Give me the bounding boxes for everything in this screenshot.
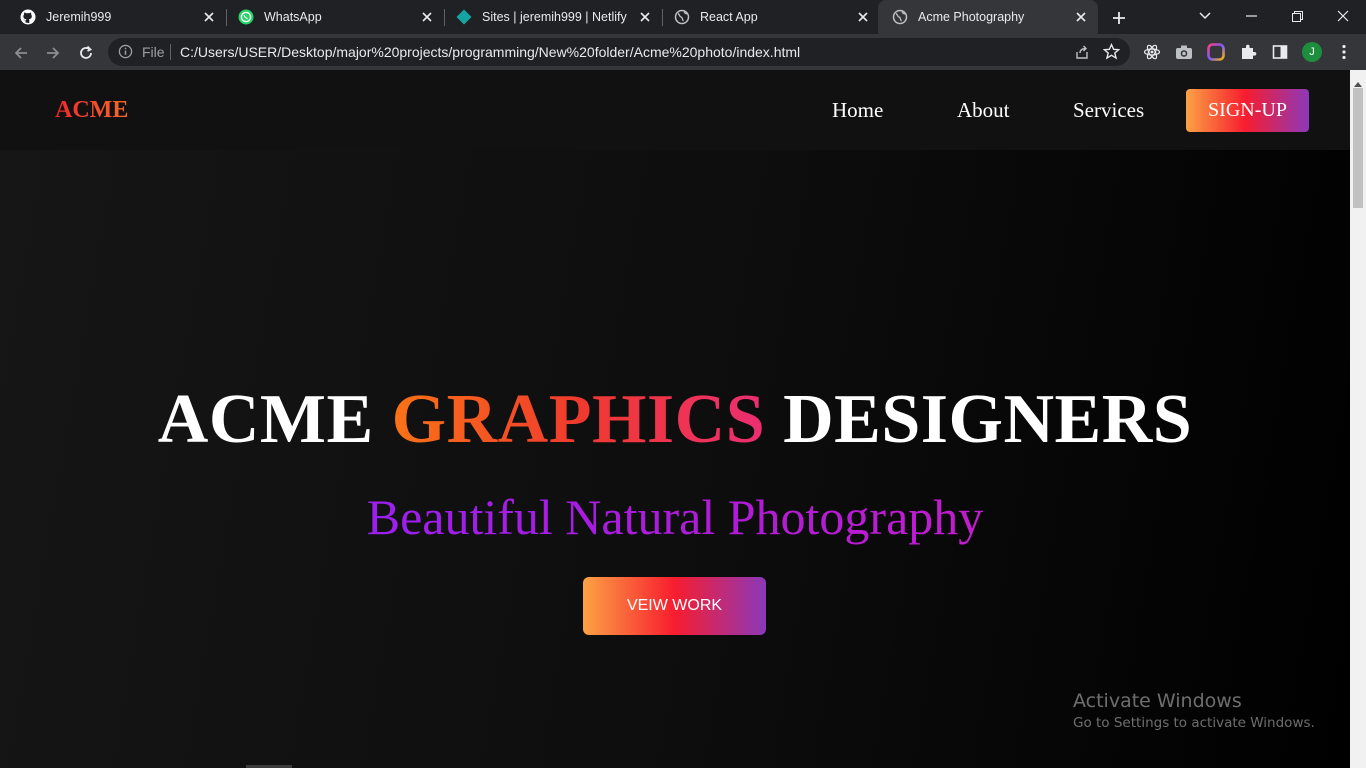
- react-devtools-icon[interactable]: [1142, 42, 1162, 62]
- nav-about-link[interactable]: About: [957, 98, 1010, 123]
- arrow-right-icon: [47, 47, 60, 59]
- github-icon: [20, 9, 36, 25]
- scroll-thumb[interactable]: [1353, 88, 1363, 208]
- minimize-icon: [1245, 15, 1257, 17]
- hero-title-part1: ACME: [157, 381, 374, 458]
- info-icon[interactable]: [118, 44, 133, 64]
- whatsapp-icon: [238, 9, 254, 25]
- side-panel-icon[interactable]: [1270, 42, 1290, 62]
- chevron-down-icon: [1199, 12, 1211, 20]
- reload-icon: [80, 45, 93, 59]
- tab-whatsapp[interactable]: WhatsApp: [224, 0, 444, 34]
- tab-title: Jeremih999: [46, 10, 112, 24]
- globe-icon: [674, 9, 690, 25]
- address-divider: [170, 44, 171, 60]
- reload-button[interactable]: [74, 41, 98, 65]
- tab-title: Sites | jeremih999 | Netlify: [482, 10, 627, 24]
- color-picker-icon[interactable]: [1206, 42, 1226, 62]
- hero-subtitle-text: Beautiful Natural Photography: [366, 489, 984, 545]
- share-icon[interactable]: [1074, 44, 1090, 65]
- tab-search-button[interactable]: [1182, 0, 1228, 32]
- arrow-left-icon: [14, 47, 27, 59]
- page-viewport: ACME Home About Services SIGN-UP ACME GR…: [0, 70, 1350, 768]
- close-icon[interactable]: [636, 8, 654, 26]
- tab-title: WhatsApp: [264, 10, 322, 24]
- vertical-scrollbar[interactable]: [1350, 70, 1366, 768]
- hero-title-part2: DESIGNERS: [783, 381, 1193, 458]
- minimize-button[interactable]: [1228, 0, 1274, 32]
- hero-subtitle: Beautiful Natural Photography: [0, 488, 1350, 546]
- site-logo[interactable]: ACME: [55, 97, 128, 124]
- view-work-button[interactable]: VEIW WORK: [583, 577, 766, 635]
- netlify-icon: [456, 9, 472, 25]
- signup-button[interactable]: SIGN-UP: [1186, 89, 1309, 132]
- camera-icon[interactable]: [1174, 42, 1194, 62]
- address-scheme: File: [142, 44, 165, 60]
- close-icon[interactable]: [418, 8, 436, 26]
- tab-title: Acme Photography: [918, 10, 1025, 24]
- profile-avatar[interactable]: J: [1302, 42, 1322, 62]
- more-menu-icon[interactable]: [1334, 42, 1354, 62]
- nav-services-link[interactable]: Services: [1073, 98, 1144, 123]
- tab-netlify[interactable]: Sites | jeremih999 | Netlify: [442, 0, 662, 34]
- globe-icon: [892, 9, 908, 25]
- restore-icon: [1291, 10, 1303, 22]
- browser-tabstrip: Jeremih999 WhatsApp Sites | jeremih999 |…: [0, 0, 1366, 34]
- browser-toolbar: File C:/Users/USER/Desktop/major%20proje…: [0, 34, 1366, 70]
- bookmark-star-icon[interactable]: [1102, 42, 1121, 65]
- close-icon[interactable]: [1072, 8, 1090, 26]
- restore-button[interactable]: [1274, 0, 1320, 32]
- activate-windows-title: Activate Windows: [1073, 690, 1242, 712]
- forward-button[interactable]: [41, 41, 65, 65]
- hero-title: ACME GRAPHICS DESIGNERS: [0, 380, 1350, 460]
- close-window-button[interactable]: [1320, 0, 1366, 32]
- back-button[interactable]: [9, 41, 33, 65]
- site-header: ACME Home About Services SIGN-UP: [0, 70, 1350, 150]
- activate-windows-subtitle: Go to Settings to activate Windows.: [1073, 715, 1315, 731]
- tab-acme-photography[interactable]: Acme Photography: [878, 0, 1098, 34]
- plus-icon: [1113, 12, 1125, 24]
- new-tab-button[interactable]: [1108, 7, 1130, 29]
- tab-title: React App: [700, 10, 758, 24]
- hero-title-accent: GRAPHICS: [391, 381, 766, 458]
- close-icon[interactable]: [854, 8, 872, 26]
- tab-react-app[interactable]: React App: [660, 0, 880, 34]
- extensions-puzzle-icon[interactable]: [1238, 42, 1258, 62]
- tab-github[interactable]: Jeremih999: [6, 0, 226, 34]
- close-icon: [1337, 10, 1349, 22]
- close-icon[interactable]: [200, 8, 218, 26]
- address-bar[interactable]: File C:/Users/USER/Desktop/major%20proje…: [108, 38, 1130, 66]
- address-url[interactable]: C:/Users/USER/Desktop/major%20projects/p…: [180, 44, 800, 60]
- nav-home-link[interactable]: Home: [832, 98, 883, 123]
